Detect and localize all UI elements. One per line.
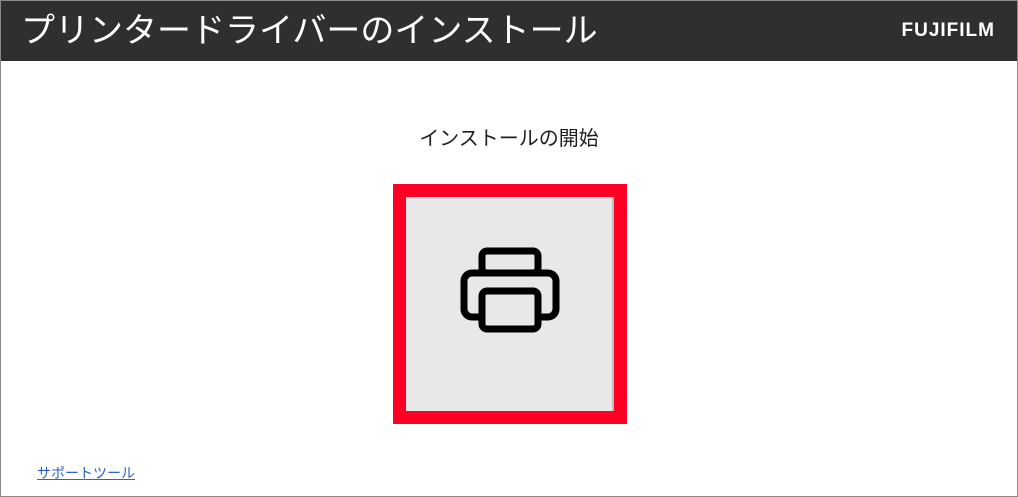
page-heading: インストールの開始 bbox=[419, 126, 599, 150]
title-bar: プリンタードライバーのインストール FUJIFILM bbox=[1, 1, 1017, 61]
main-content: インストールの開始 サポートツール bbox=[1, 61, 1017, 496]
support-tools-link[interactable]: サポートツール bbox=[37, 465, 135, 483]
brand-logo: FUJIFILM bbox=[901, 20, 995, 41]
printer-icon bbox=[460, 247, 560, 333]
button-edge bbox=[612, 197, 614, 411]
installer-window: プリンタードライバーのインストール FUJIFILM インストールの開始 サポー… bbox=[0, 0, 1018, 497]
window-title: プリンタードライバーのインストール bbox=[21, 11, 598, 51]
start-install-button[interactable] bbox=[393, 184, 627, 424]
